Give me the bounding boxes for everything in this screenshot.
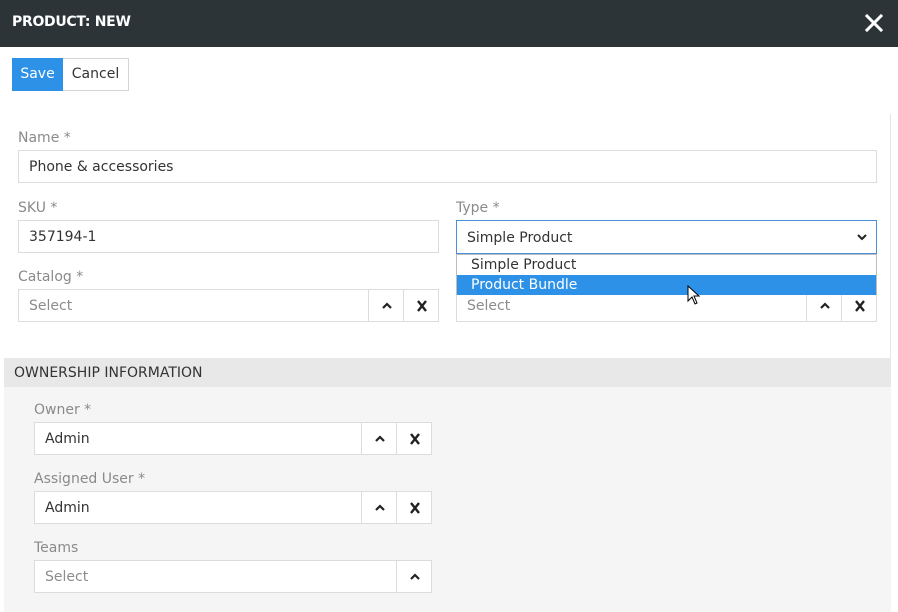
assigned-user-input[interactable]: Admin xyxy=(34,491,362,524)
catalog-placeholder: Select xyxy=(29,298,73,314)
owner-label: Owner * xyxy=(34,402,92,418)
type-dropdown-list: Simple Product Product Bundle xyxy=(456,254,877,295)
name-label: Name * xyxy=(18,130,71,146)
assigned-user-clear-button[interactable] xyxy=(396,491,432,524)
ownership-section-title: OWNERSHIP INFORMATION xyxy=(14,365,203,381)
sku-value: 357194-1 xyxy=(29,229,97,245)
type-label: Type * xyxy=(456,200,500,216)
teams-placeholder: Select xyxy=(45,569,89,585)
owner-value: Admin xyxy=(45,431,90,447)
owner-select-button[interactable] xyxy=(361,422,397,455)
ownership-section: OWNERSHIP INFORMATION Owner * Admin Assi… xyxy=(4,358,891,612)
teams-label: Teams xyxy=(34,540,79,556)
owner-clear-button[interactable] xyxy=(396,422,432,455)
modal-title: PRODUCT: NEW xyxy=(12,14,131,30)
owner-input[interactable]: Admin xyxy=(34,422,362,455)
close-icon[interactable] xyxy=(864,13,884,33)
name-value: Phone & accessories xyxy=(29,159,174,175)
chevron-down-icon xyxy=(856,231,868,247)
assigned-user-value: Admin xyxy=(45,500,90,516)
teams-select-button[interactable] xyxy=(396,560,432,593)
type-value: Simple Product xyxy=(467,230,573,246)
cancel-button[interactable]: Cancel xyxy=(63,58,129,91)
catalog-clear-button[interactable] xyxy=(403,289,439,322)
sku-label: SKU * xyxy=(18,200,58,216)
assigned-user-select-button[interactable] xyxy=(361,491,397,524)
catalog-select-button[interactable] xyxy=(368,289,404,322)
teams-input[interactable]: Select xyxy=(34,560,397,593)
assigned-user-label: Assigned User * xyxy=(34,471,146,487)
name-input[interactable]: Phone & accessories xyxy=(18,150,877,183)
sku-input[interactable]: 357194-1 xyxy=(18,220,439,253)
panel-divider xyxy=(890,114,891,358)
catalog-label: Catalog * xyxy=(18,269,84,285)
modal-header: PRODUCT: NEW xyxy=(0,0,898,47)
mouse-pointer-icon xyxy=(687,284,701,309)
type-option-simple-product[interactable]: Simple Product xyxy=(457,255,876,275)
ownership-section-header: OWNERSHIP INFORMATION xyxy=(4,358,891,387)
type-option-product-bundle[interactable]: Product Bundle xyxy=(457,275,876,295)
secondary-select-placeholder: Select xyxy=(467,298,511,314)
save-button[interactable]: Save xyxy=(12,58,63,91)
catalog-input[interactable]: Select xyxy=(18,289,369,322)
type-select[interactable]: Simple Product xyxy=(456,220,877,254)
